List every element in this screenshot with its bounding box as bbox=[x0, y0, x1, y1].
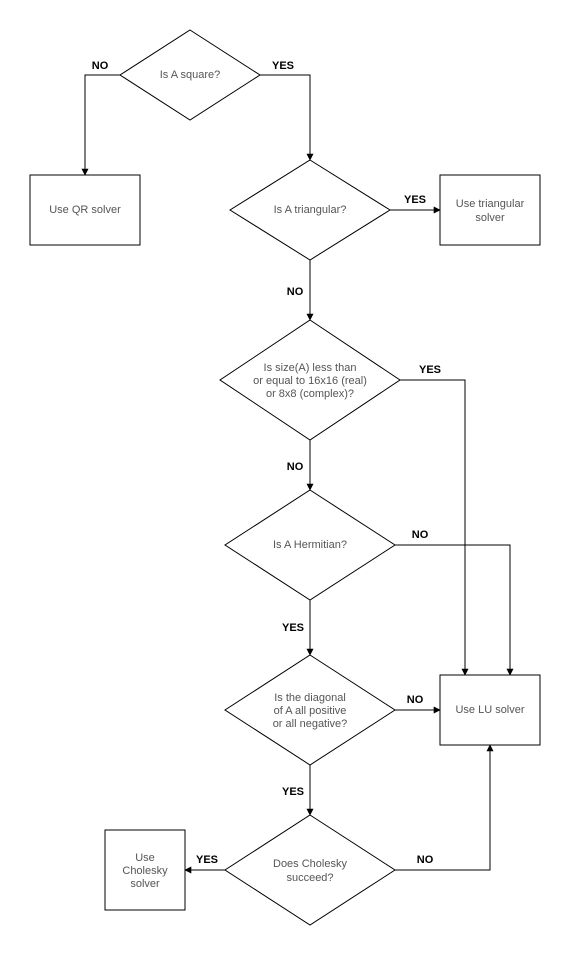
edge-chol-no-label: NO bbox=[417, 854, 434, 866]
edge-size-no-label: NO bbox=[287, 461, 304, 473]
edge-square-yes-label: YES bbox=[272, 60, 294, 72]
decision-square-label: Is A square? bbox=[160, 69, 221, 81]
decision-size-label-2: or equal to 16x16 (real) bbox=[253, 375, 367, 387]
edge-diag-no-label: NO bbox=[407, 694, 424, 706]
process-cholesky-solver-label-2: Cholesky bbox=[122, 865, 168, 877]
edge-square-no bbox=[85, 75, 120, 175]
edge-square-no-label: NO bbox=[92, 60, 109, 72]
process-lu-solver: Use LU solver bbox=[440, 675, 540, 745]
process-qr-solver: Use QR solver bbox=[30, 175, 140, 245]
process-cholesky-solver-label-3: solver bbox=[130, 878, 160, 890]
decision-size: Is size(A) less than or equal to 16x16 (… bbox=[220, 320, 400, 440]
decision-triangular-label: Is A triangular? bbox=[274, 204, 347, 216]
edge-herm-no-label: NO bbox=[412, 529, 429, 541]
process-cholesky-solver: Use Cholesky solver bbox=[105, 830, 185, 910]
edge-square-yes bbox=[260, 75, 310, 160]
flowchart: Is A square? Use QR solver Is A triangul… bbox=[0, 0, 563, 975]
process-triangular-solver: Use triangular solver bbox=[440, 175, 540, 245]
decision-diagonal-label-3: or all negative? bbox=[273, 718, 348, 730]
decision-triangular: Is A triangular? bbox=[230, 160, 390, 260]
edge-herm-yes-label: YES bbox=[282, 622, 304, 634]
decision-diagonal-label-2: of A all positive bbox=[274, 705, 347, 717]
decision-cholesky-label-2: succeed? bbox=[286, 872, 333, 884]
decision-cholesky-label-1: Does Cholesky bbox=[273, 858, 347, 870]
decision-size-label-3: or 8x8 (complex)? bbox=[266, 388, 354, 400]
process-cholesky-solver-label-1: Use bbox=[135, 852, 155, 864]
decision-square: Is A square? bbox=[120, 30, 260, 120]
decision-diagonal: Is the diagonal of A all positive or all… bbox=[225, 655, 395, 765]
process-qr-solver-label: Use QR solver bbox=[49, 204, 121, 216]
decision-diagonal-label-1: Is the diagonal bbox=[274, 692, 346, 704]
edge-size-yes bbox=[400, 380, 465, 675]
decision-size-label-1: Is size(A) less than bbox=[264, 362, 357, 374]
edge-tri-no-label: NO bbox=[287, 286, 304, 298]
process-triangular-solver-label-2: solver bbox=[475, 212, 505, 224]
edge-tri-yes-label: YES bbox=[404, 194, 426, 206]
edge-herm-no bbox=[395, 545, 510, 675]
edge-diag-yes-label: YES bbox=[282, 786, 304, 798]
decision-hermitian-label: Is A Hermitian? bbox=[273, 539, 347, 551]
decision-cholesky: Does Cholesky succeed? bbox=[225, 815, 395, 925]
edge-chol-no bbox=[395, 745, 490, 870]
edge-chol-yes-label: YES bbox=[196, 854, 218, 866]
decision-hermitian: Is A Hermitian? bbox=[225, 490, 395, 600]
edge-size-yes-label: YES bbox=[419, 364, 441, 376]
process-lu-solver-label: Use LU solver bbox=[455, 704, 524, 716]
process-triangular-solver-label-1: Use triangular bbox=[456, 198, 525, 210]
